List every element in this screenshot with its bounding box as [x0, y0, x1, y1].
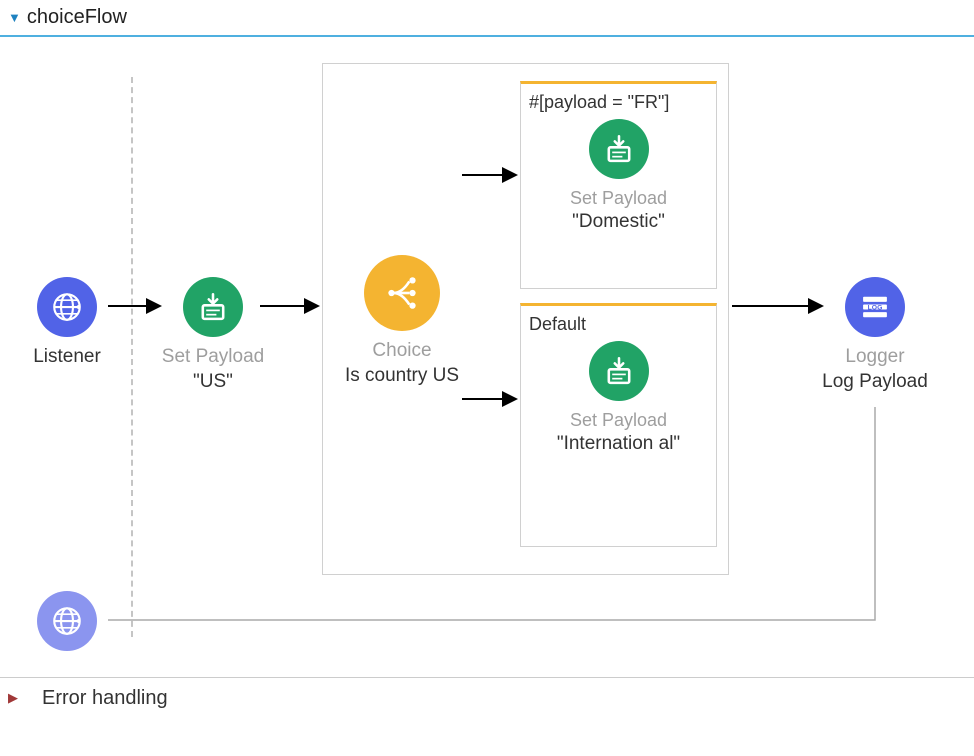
flow-name: choiceFlow — [27, 6, 127, 29]
set-payload-value: "Domestic" — [529, 210, 708, 235]
choice-default-branch[interactable]: Default Set Payload "Internation al" — [520, 303, 717, 547]
choice-when-branch[interactable]: #[payload = "FR"] Set Payload "Domestic" — [520, 81, 717, 289]
chevron-right-icon: ▶ — [8, 690, 18, 706]
set-payload-icon — [589, 341, 649, 401]
listener-node[interactable]: Listener — [12, 277, 122, 370]
set-payload-icon — [183, 277, 243, 337]
error-source-node[interactable] — [12, 591, 122, 659]
set-payload-value: "US" — [158, 370, 268, 395]
error-handling-label: Error handling — [42, 686, 168, 710]
set-payload-icon — [589, 119, 649, 179]
set-payload-label: Set Payload — [158, 345, 268, 370]
logger-node[interactable]: LOG Logger Log Payload — [810, 277, 940, 394]
flow-header[interactable]: ▼ choiceFlow — [0, 0, 974, 37]
globe-icon — [37, 277, 97, 337]
when-condition: #[payload = "FR"] — [529, 92, 708, 113]
error-handling-section[interactable]: ▶ Error handling — [0, 677, 974, 718]
set-payload-value: "Internation al" — [529, 432, 708, 457]
globe-icon — [37, 591, 97, 651]
set-payload-us-node[interactable]: Set Payload "US" — [158, 277, 268, 394]
logger-label: Logger — [810, 345, 940, 370]
set-payload-label: Set Payload — [529, 409, 708, 432]
chevron-down-icon: ▼ — [8, 10, 21, 25]
set-payload-label: Set Payload — [529, 187, 708, 210]
choice-icon — [364, 255, 440, 331]
flow-canvas[interactable]: Listener Set Payload "US" — [0, 37, 974, 677]
svg-text:LOG: LOG — [868, 305, 883, 312]
choice-name: Is country US — [342, 364, 462, 389]
choice-node[interactable]: Choice Is country US — [342, 255, 462, 388]
default-label: Default — [529, 314, 708, 335]
logger-icon: LOG — [845, 277, 905, 337]
source-divider — [131, 77, 133, 637]
listener-label: Listener — [12, 345, 122, 370]
choice-label: Choice — [342, 339, 462, 364]
logger-name: Log Payload — [810, 370, 940, 395]
